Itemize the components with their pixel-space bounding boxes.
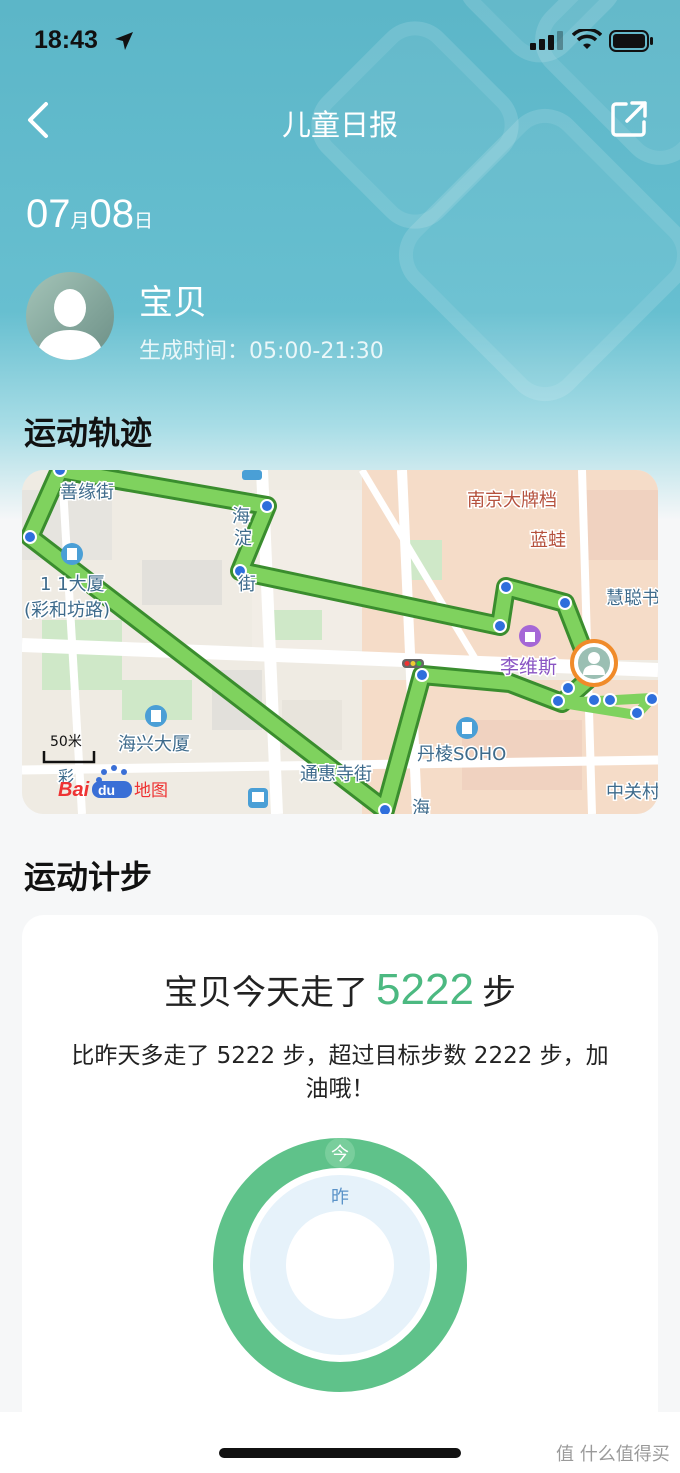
cellular-signal-icon bbox=[530, 30, 564, 54]
current-location-marker-icon bbox=[570, 639, 618, 687]
avatar[interactable] bbox=[26, 272, 114, 360]
bus-stop-icon bbox=[248, 788, 268, 808]
map-label: 南京大牌档 bbox=[467, 490, 557, 511]
map-label: 通惠寺街 bbox=[300, 764, 372, 785]
share-icon bbox=[611, 101, 647, 137]
map-label: 中关村 bbox=[606, 782, 658, 803]
steps-summary: 宝贝今天走了 5222 步 bbox=[0, 965, 680, 1015]
svg-text:Bai: Bai bbox=[58, 779, 90, 801]
map-label: 海 bbox=[412, 798, 430, 814]
page-title: 儿童日报 bbox=[281, 108, 398, 142]
map-label: 蓝蛙 bbox=[530, 530, 566, 551]
steps-suffix: 步 bbox=[481, 973, 516, 1013]
map-label: 淀 bbox=[234, 528, 252, 549]
battery-icon bbox=[609, 30, 655, 56]
location-arrow-icon bbox=[113, 30, 135, 56]
building-icon bbox=[61, 543, 83, 565]
map-label: (彩和坊路) bbox=[24, 600, 110, 621]
svg-text:50米: 50米 bbox=[50, 734, 82, 750]
date-month-unit: 月 bbox=[70, 211, 90, 232]
map-label: 李维斯 bbox=[500, 656, 557, 678]
steps-description: 比昨天多走了 5222 步，超过目标步数 2222 步，加油哦！ bbox=[71, 1043, 609, 1102]
date-month: 07 bbox=[26, 192, 71, 236]
yesterday-ring bbox=[250, 1175, 430, 1355]
traffic-light-icon bbox=[402, 659, 424, 668]
section-title-track: 运动轨迹 bbox=[24, 414, 153, 452]
map-label: 街 bbox=[238, 574, 256, 595]
date-day: 08 bbox=[89, 192, 135, 236]
shopping-bag-icon bbox=[519, 625, 541, 647]
building-icon bbox=[456, 717, 478, 739]
yesterday-label: 昨 bbox=[331, 1187, 349, 1208]
section-title-steps: 运动计步 bbox=[24, 858, 153, 896]
person-silhouette-icon bbox=[36, 289, 104, 360]
building-icon bbox=[145, 705, 167, 727]
steps-count: 5222 bbox=[376, 965, 474, 1014]
map-label: 海兴大厦 bbox=[118, 734, 190, 755]
today-label: 今 bbox=[331, 1144, 349, 1165]
steps-prefix: 宝贝今天走了 bbox=[164, 973, 369, 1013]
map-label: 丹棱SOHO bbox=[417, 744, 506, 765]
bus-stop-icon bbox=[242, 470, 262, 480]
status-bar: 18:43 bbox=[0, 22, 680, 62]
map-label: 善缘街 bbox=[60, 482, 114, 503]
date-day-unit: 日 bbox=[134, 211, 154, 232]
watermark: 值 什么值得买 bbox=[556, 1444, 670, 1465]
child-name: 宝贝 bbox=[139, 283, 207, 323]
map-label: 1 1大厦 bbox=[40, 574, 105, 595]
wifi-icon bbox=[571, 27, 603, 55]
status-time: 18:43 bbox=[34, 26, 98, 54]
map-label: 海 bbox=[232, 506, 250, 527]
svg-text:地图: 地图 bbox=[134, 781, 168, 801]
steps-ring-chart: 今 昨 bbox=[212, 1137, 468, 1393]
share-button[interactable] bbox=[610, 100, 648, 138]
report-date: 07月08日 bbox=[26, 192, 153, 237]
svg-text:du: du bbox=[98, 782, 115, 798]
generated-time: 生成时间：05:00-21:30 bbox=[139, 339, 384, 364]
home-indicator[interactable] bbox=[219, 1448, 461, 1458]
track-map[interactable]: 善缘街 1 1大厦 (彩和坊路) 海 淀 街 海兴大厦 丹棱SOHO 通惠寺街 … bbox=[22, 470, 658, 814]
map-label: 慧聪书 bbox=[606, 588, 658, 609]
